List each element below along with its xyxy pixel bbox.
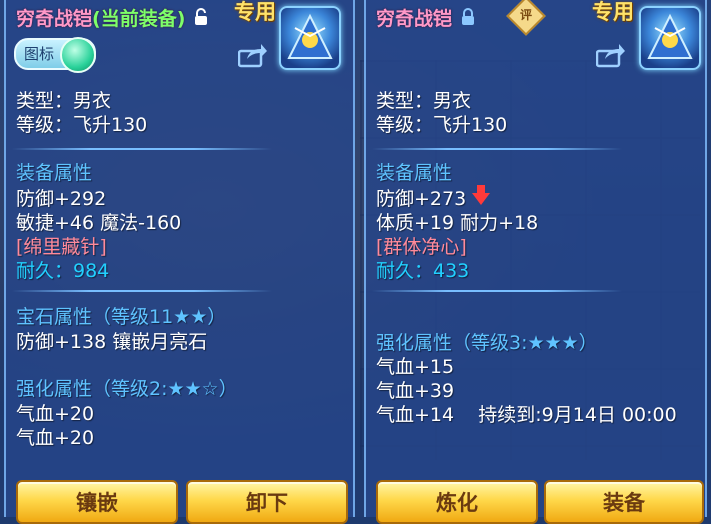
icon-toggle[interactable]: 图标 — [14, 37, 96, 73]
exclusive-label: 专用 — [234, 0, 276, 24]
lock-closed-icon[interactable] — [461, 8, 475, 31]
evaluate-badge-label: 评 — [519, 8, 532, 22]
durability: 耐久：984 — [16, 260, 110, 282]
unequip-button[interactable]: 卸下 — [186, 480, 348, 524]
item-name: 穷奇战铠 — [16, 8, 93, 30]
divider — [372, 148, 622, 150]
enhance-line: 气血+20 — [16, 427, 95, 449]
compare-item-panel: 穷奇战铠 评 专用 类型：男衣 等级：飞升130 装备属性 防御+273 体质+… — [364, 0, 707, 524]
divider — [12, 290, 272, 292]
enhance-line: 气血+14 持续到:9月14日 00:00 — [376, 404, 677, 426]
equipped-item-panel: 穷奇战铠(当前装备) 专用 图标 类型：男衣 等级：飞升130 装备属性 防御+… — [4, 0, 355, 524]
icon-toggle-label: 图标 — [24, 45, 55, 63]
durability: 耐久：433 — [376, 260, 470, 282]
enhance-attr-heading: 强化属性（等级3:★★★） — [376, 332, 598, 354]
attr-line: 体质+19 耐力+18 — [376, 212, 539, 234]
special-effect: [群体净心] — [376, 236, 467, 258]
evaluate-badge[interactable]: 评 — [506, 0, 546, 36]
equip-attr-heading: 装备属性 — [16, 162, 93, 184]
equip-button[interactable]: 装备 — [544, 480, 704, 524]
share-icon[interactable] — [596, 42, 626, 68]
item-title: 穷奇战铠 — [376, 4, 475, 31]
item-name: 穷奇战铠 — [376, 8, 453, 30]
level-line: 等级：飞升130 — [16, 114, 148, 136]
attr-line: 防御+292 — [16, 188, 107, 210]
divider — [372, 290, 622, 292]
equip-attr-heading: 装备属性 — [376, 162, 453, 184]
item-title: 穷奇战铠(当前装备) — [16, 4, 208, 31]
attr-line: 防御+273 — [376, 184, 491, 211]
special-effect: [绵里藏针] — [16, 236, 107, 258]
attr-line: 敏捷+46 魔法-160 — [16, 212, 182, 234]
gem-attr-heading: 宝石属性（等级11★★） — [16, 306, 227, 328]
enhance-attr-heading: 强化属性（等级2:★★☆） — [16, 378, 238, 400]
lock-open-icon[interactable] — [194, 8, 208, 31]
gem-line: 防御+138 镶嵌月亮石 — [16, 331, 208, 353]
equipped-status: (当前装备) — [92, 8, 186, 30]
item-avatar-icon — [639, 6, 701, 70]
enhance-line: 气血+15 — [376, 356, 455, 378]
type-line: 类型：男衣 — [376, 90, 472, 112]
divider — [12, 148, 272, 150]
defense-value: 防御+273 — [376, 188, 467, 210]
share-icon[interactable] — [238, 42, 268, 68]
down-arrow-icon — [472, 184, 491, 205]
exclusive-label: 专用 — [592, 0, 634, 24]
level-line: 等级：飞升130 — [376, 114, 508, 136]
enhance-line: 气血+20 — [16, 403, 95, 425]
enhance-line: 气血+39 — [376, 380, 455, 402]
item-avatar-icon — [279, 6, 341, 70]
toggle-knob — [60, 37, 96, 73]
type-line: 类型：男衣 — [16, 90, 112, 112]
inlay-button[interactable]: 镶嵌 — [16, 480, 178, 524]
refine-button[interactable]: 炼化 — [376, 480, 538, 524]
